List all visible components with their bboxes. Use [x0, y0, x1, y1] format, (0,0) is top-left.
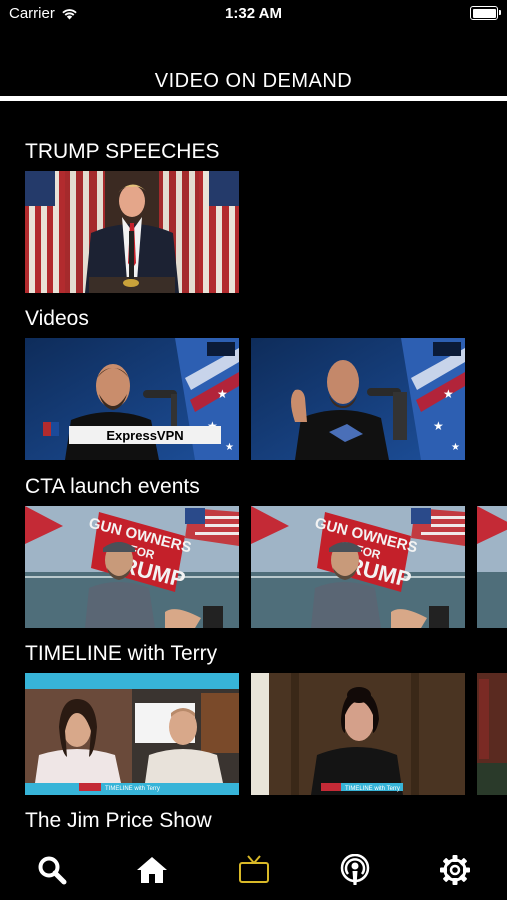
status-bar: Carrier 1:32 AM	[0, 0, 507, 30]
lower-third-label: TIMELINE with Terry	[345, 786, 400, 792]
svg-text:★: ★	[217, 387, 228, 401]
home-tab[interactable]	[130, 848, 174, 892]
video-thumbnail[interactable]: GUN OWNERS FOR TRUMP	[251, 506, 465, 628]
podcast-tab[interactable]	[333, 848, 377, 892]
svg-text:★: ★	[451, 442, 460, 453]
video-thumbnail[interactable]	[477, 506, 507, 628]
gear-icon	[440, 855, 470, 885]
page-title: VIDEO ON DEMAND	[154, 70, 353, 92]
svg-text:★: ★	[433, 419, 444, 433]
video-thumbnail[interactable]: GUN OWNERS FOR TRUMP	[25, 506, 239, 628]
section-title: The Jim Price Show	[25, 809, 212, 832]
podcast-icon	[340, 854, 370, 885]
video-thumbnail[interactable]: ★ ★ ★ ExpressVPN	[25, 338, 239, 460]
thumbnail-row[interactable]	[25, 171, 507, 293]
svg-text:★: ★	[443, 387, 454, 401]
battery-icon	[470, 6, 501, 20]
thumbnail-row[interactable]: TIMELINE with Terry TIMELINE with Terry	[25, 673, 507, 795]
section-title: TIMELINE with Terry	[25, 642, 218, 665]
search-tab[interactable]	[30, 848, 74, 892]
section-title: Videos	[25, 307, 89, 330]
status-time: 1:32 AM	[225, 5, 282, 22]
video-thumbnail[interactable]	[25, 171, 239, 293]
video-thumbnail[interactable]: TIMELINE with Terry	[251, 673, 465, 795]
tv-icon	[239, 855, 269, 883]
video-thumbnail[interactable]: TIMELINE with Terry	[25, 673, 239, 795]
tv-tab[interactable]	[232, 848, 276, 892]
home-icon	[137, 857, 167, 883]
tab-bar	[0, 840, 507, 900]
lower-third-label: TIMELINE with Terry	[105, 786, 160, 792]
search-icon	[38, 856, 67, 885]
video-thumbnail[interactable]: ★ ★ ★	[251, 338, 465, 460]
section-title: TRUMP SPEECHES	[25, 140, 220, 163]
section-title: CTA launch events	[25, 475, 200, 498]
thumbnail-row[interactable]: ★ ★ ★ ExpressVPN	[25, 338, 507, 460]
header-divider	[0, 96, 507, 101]
thumbnail-row[interactable]: GUN OWNERS FOR TRUMP GUN OWNERS FOR TRUM…	[25, 506, 507, 628]
sponsor-label: ExpressVPN	[106, 428, 183, 443]
settings-tab[interactable]	[433, 848, 477, 892]
svg-text:★: ★	[225, 442, 234, 453]
video-thumbnail[interactable]	[477, 673, 507, 795]
